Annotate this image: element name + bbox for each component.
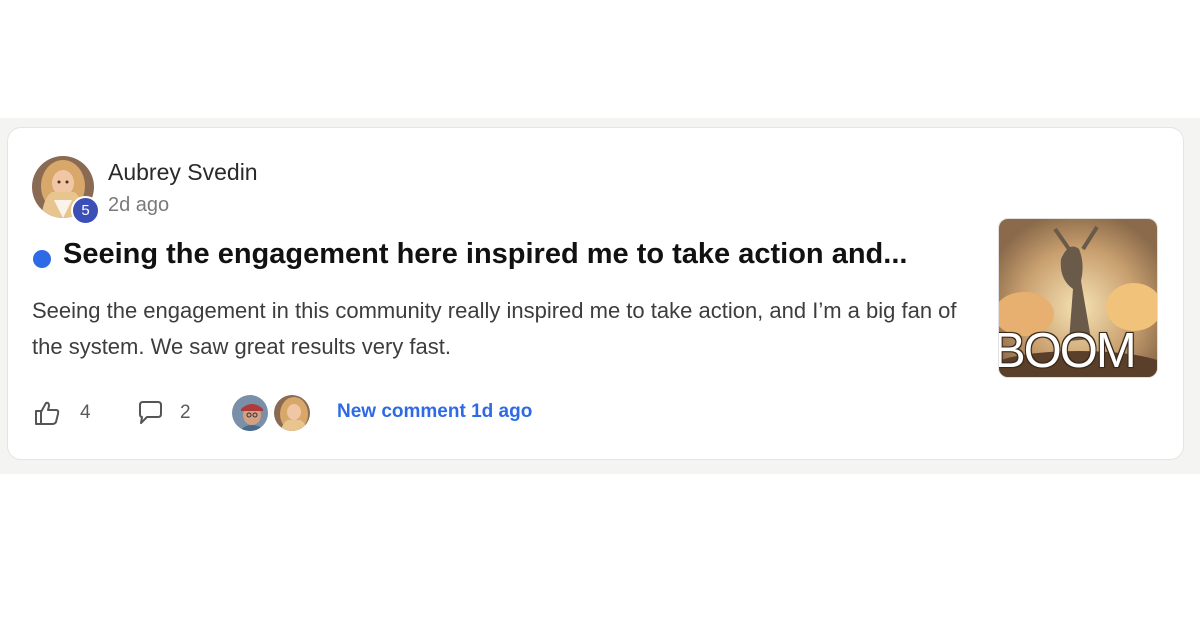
post-title[interactable]: Seeing the engagement here inspired me t…	[63, 238, 963, 271]
post-card[interactable]: 5 Aubrey Svedin 2d ago Seeing the engage…	[7, 127, 1184, 460]
thumbnail-caption: BOOM	[998, 324, 1137, 378]
thumbs-up-icon	[35, 401, 60, 425]
new-comment-link[interactable]: New comment 1d ago	[337, 401, 532, 423]
like-button[interactable]: 4	[32, 398, 91, 428]
author-name[interactable]: Aubrey Svedin	[108, 159, 258, 186]
comment-button[interactable]: 2	[135, 398, 191, 428]
unread-indicator	[33, 250, 51, 268]
like-count: 4	[80, 402, 91, 423]
comment-count: 2	[180, 402, 191, 423]
commenter-avatar[interactable]	[272, 393, 312, 433]
post-thumbnail[interactable]: BOOM	[998, 218, 1158, 378]
comment-icon	[139, 401, 162, 424]
commenter-avatar[interactable]	[230, 393, 270, 433]
level-badge: 5	[71, 196, 100, 225]
post-timestamp: 2d ago	[108, 194, 170, 216]
post-body: Seeing the engagement in this community …	[32, 298, 957, 359]
